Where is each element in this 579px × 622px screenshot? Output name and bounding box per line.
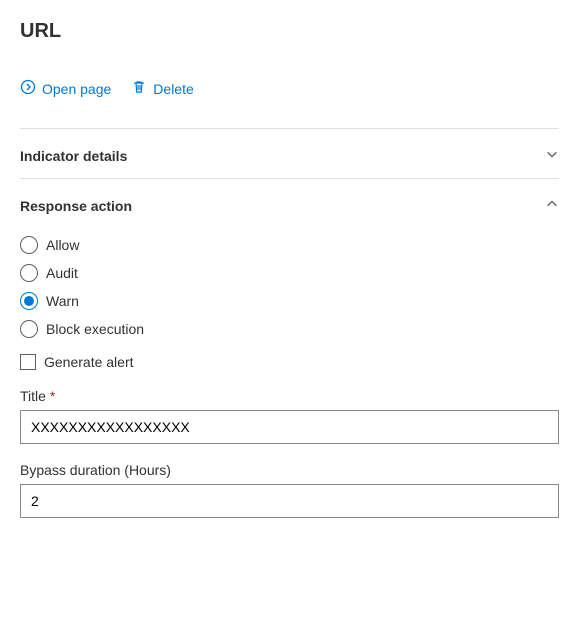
radio-block[interactable]: Block execution [20,320,559,338]
radio-icon [20,264,38,282]
radio-icon [20,320,38,338]
checkbox-icon [20,354,36,370]
delete-label: Delete [153,81,193,97]
generate-alert-checkbox[interactable]: Generate alert [20,354,559,370]
indicator-details-section: Indicator details [20,128,559,178]
response-action-radio-group: Allow Audit Warn Block execution [20,236,559,338]
radio-block-label: Block execution [46,321,144,337]
indicator-details-title: Indicator details [20,148,127,164]
response-action-section: Response action Allow Audit Warn Bloc [20,178,559,550]
radio-allow-label: Allow [46,237,79,253]
title-label-text: Title [20,388,46,404]
radio-icon [20,292,38,310]
generate-alert-label: Generate alert [44,354,134,370]
radio-warn[interactable]: Warn [20,292,559,310]
title-label: Title * [20,388,559,404]
radio-audit-label: Audit [46,265,78,281]
chevron-up-icon [545,197,559,214]
radio-warn-label: Warn [46,293,79,309]
trash-icon [131,79,147,98]
bypass-duration-label: Bypass duration (Hours) [20,462,559,478]
chevron-down-icon [545,147,559,164]
open-page-label: Open page [42,81,111,97]
response-action-body: Allow Audit Warn Block execution Generat… [20,236,559,536]
open-page-link[interactable]: Open page [20,79,111,98]
title-input[interactable] [20,410,559,444]
required-star: * [50,388,55,404]
action-bar: Open page Delete [20,79,559,98]
radio-icon [20,236,38,254]
page-title: URL [20,20,559,43]
open-page-icon [20,79,36,98]
radio-audit[interactable]: Audit [20,264,559,282]
delete-link[interactable]: Delete [131,79,193,98]
response-action-header[interactable]: Response action [20,197,559,214]
radio-allow[interactable]: Allow [20,236,559,254]
response-action-title: Response action [20,198,132,214]
bypass-duration-input[interactable] [20,484,559,518]
indicator-details-header[interactable]: Indicator details [20,147,559,164]
